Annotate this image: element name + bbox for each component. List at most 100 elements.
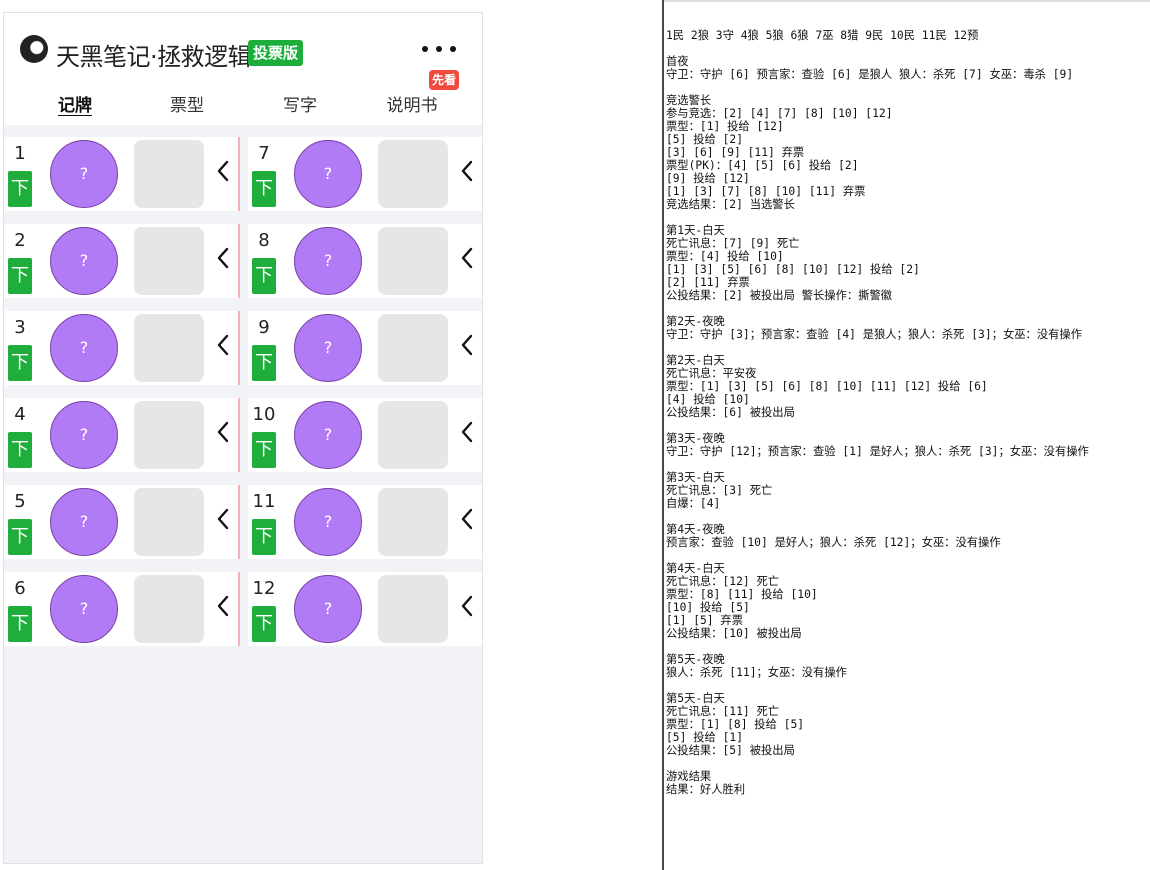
chevron-left-icon[interactable]: [460, 333, 480, 361]
log-line: [3] [6] [9] [11] 弃票: [666, 146, 805, 159]
down-button[interactable]: 下: [252, 345, 276, 381]
role-note-box[interactable]: [378, 227, 448, 295]
log-line: 公投结果：[5] 被投出局: [666, 744, 795, 757]
role-note-box[interactable]: [134, 575, 204, 643]
chevron-left-icon[interactable]: [216, 507, 236, 535]
down-button[interactable]: 下: [8, 519, 32, 555]
chevron-left-icon[interactable]: [460, 246, 480, 274]
edition-badge: 投票版: [248, 40, 304, 66]
log-line: 死亡讯息：[7] [9] 死亡: [666, 237, 800, 250]
down-button[interactable]: 下: [8, 171, 32, 207]
down-button[interactable]: 下: [252, 519, 276, 555]
role-note-box[interactable]: [378, 575, 448, 643]
log-line: 票型(PK)：[4] [5] [6] 投给 [2]: [666, 159, 859, 172]
role-note-box[interactable]: [378, 488, 448, 556]
log-line: 票型：[1] [8] 投给 [5]: [666, 718, 805, 731]
chevron-left-icon[interactable]: [216, 159, 236, 187]
chevron-left-icon[interactable]: [460, 507, 480, 535]
more-options-button[interactable]: [422, 37, 456, 61]
log-line: 第3天-白天: [666, 471, 725, 484]
role-note-box[interactable]: [134, 140, 204, 208]
player-avatar[interactable]: ?: [50, 314, 118, 382]
down-button[interactable]: 下: [8, 345, 32, 381]
chevron-left-icon[interactable]: [216, 594, 236, 622]
role-note-box[interactable]: [134, 314, 204, 382]
log-line: 守卫：守护 [3]；预言家：查验 [4] 是狼人；狼人：杀死 [3]；女巫：没有…: [666, 328, 1083, 341]
log-line: 第5天-白天: [666, 692, 725, 705]
log-line: [10] 投给 [5]: [666, 601, 750, 614]
player-avatar[interactable]: ?: [294, 227, 362, 295]
tab-cards[interactable]: 记牌: [40, 91, 110, 116]
player-number: 9: [258, 317, 270, 338]
log-line: 票型：[1] [3] [5] [6] [8] [10] [11] [12] 投给…: [666, 380, 988, 393]
notice-badge[interactable]: 先看: [429, 70, 460, 90]
log-line: 死亡讯息：[3] 死亡: [666, 484, 773, 497]
player-avatar[interactable]: ?: [294, 575, 362, 643]
log-line: 公投结果：[10] 被投出局: [666, 627, 802, 640]
player-card: 1 下?: [4, 137, 240, 211]
chevron-left-icon[interactable]: [460, 159, 480, 187]
down-button[interactable]: 下: [252, 171, 276, 207]
log-line: 死亡讯息：[11] 死亡: [666, 705, 780, 718]
player-avatar[interactable]: ?: [50, 227, 118, 295]
player-number: 11: [252, 491, 276, 512]
player-avatar[interactable]: ?: [50, 575, 118, 643]
role-note-box[interactable]: [378, 401, 448, 469]
down-button[interactable]: 下: [252, 606, 276, 642]
chevron-left-icon[interactable]: [460, 594, 480, 622]
log-line: 死亡讯息：平安夜: [666, 367, 757, 380]
player-avatar[interactable]: ?: [294, 401, 362, 469]
role-note-box[interactable]: [134, 488, 204, 556]
log-line: 公投结果：[6] 被投出局: [666, 406, 795, 419]
player-number: 3: [14, 317, 26, 338]
player-card: 3 下?: [4, 311, 240, 385]
down-button[interactable]: 下: [8, 432, 32, 468]
app-header: 天黑笔记·拯救逻辑 投票版 先看 记牌 票型 写字 说明书: [4, 13, 482, 125]
down-button[interactable]: 下: [8, 606, 32, 642]
player-number: 5: [14, 491, 26, 512]
log-line: 结果：好人胜利: [666, 783, 746, 796]
log-line: [5] 投给 [1]: [666, 731, 744, 744]
tab-notes[interactable]: 写字: [265, 91, 335, 116]
chevron-left-icon[interactable]: [216, 333, 236, 361]
log-line: [1] [5] 弃票: [666, 614, 744, 627]
tab-bar: 记牌 票型 写字 说明书: [4, 91, 482, 123]
player-avatar[interactable]: ?: [50, 140, 118, 208]
chevron-left-icon[interactable]: [216, 246, 236, 274]
player-avatar[interactable]: ?: [50, 401, 118, 469]
player-avatar[interactable]: ?: [294, 314, 362, 382]
player-number: 2: [14, 230, 26, 251]
log-line: 第3天-夜晚: [666, 432, 725, 445]
role-note-box[interactable]: [378, 140, 448, 208]
player-number: 10: [252, 404, 276, 425]
player-number: 6: [14, 578, 26, 599]
log-line: 公投结果：[2] 被投出局 警长操作：撕警徽: [666, 289, 893, 302]
player-avatar[interactable]: ?: [294, 140, 362, 208]
role-note-box[interactable]: [134, 401, 204, 469]
role-note-box[interactable]: [378, 314, 448, 382]
down-button[interactable]: 下: [8, 258, 32, 294]
player-card: 6 下?: [4, 572, 240, 646]
down-button[interactable]: 下: [252, 258, 276, 294]
chevron-left-icon[interactable]: [460, 420, 480, 448]
chevron-left-icon[interactable]: [216, 420, 236, 448]
tab-manual[interactable]: 说明书: [377, 91, 447, 116]
role-note-box[interactable]: [134, 227, 204, 295]
player-number: 12: [252, 578, 276, 599]
log-line: [1] [3] [5] [6] [8] [10] [12] 投给 [2]: [666, 263, 920, 276]
player-avatar[interactable]: ?: [294, 488, 362, 556]
game-log-text: 1民 2狼 3守 4狼 5狼 6狼 7巫 8猎 9民 10民 11民 12预 首夜…: [666, 29, 1148, 796]
window-divider[interactable]: [662, 0, 664, 870]
player-avatar[interactable]: ?: [50, 488, 118, 556]
down-button[interactable]: 下: [252, 432, 276, 468]
log-line: 票型：[1] 投给 [12]: [666, 120, 784, 133]
tab-votes[interactable]: 票型: [152, 91, 222, 116]
player-number: 1: [14, 143, 26, 164]
divider-top-line: [664, 0, 1150, 2]
log-line: 守卫：守护 [6] 预言家：查验 [6] 是狼人 狼人：杀死 [7] 女巫：毒杀…: [666, 68, 1074, 81]
